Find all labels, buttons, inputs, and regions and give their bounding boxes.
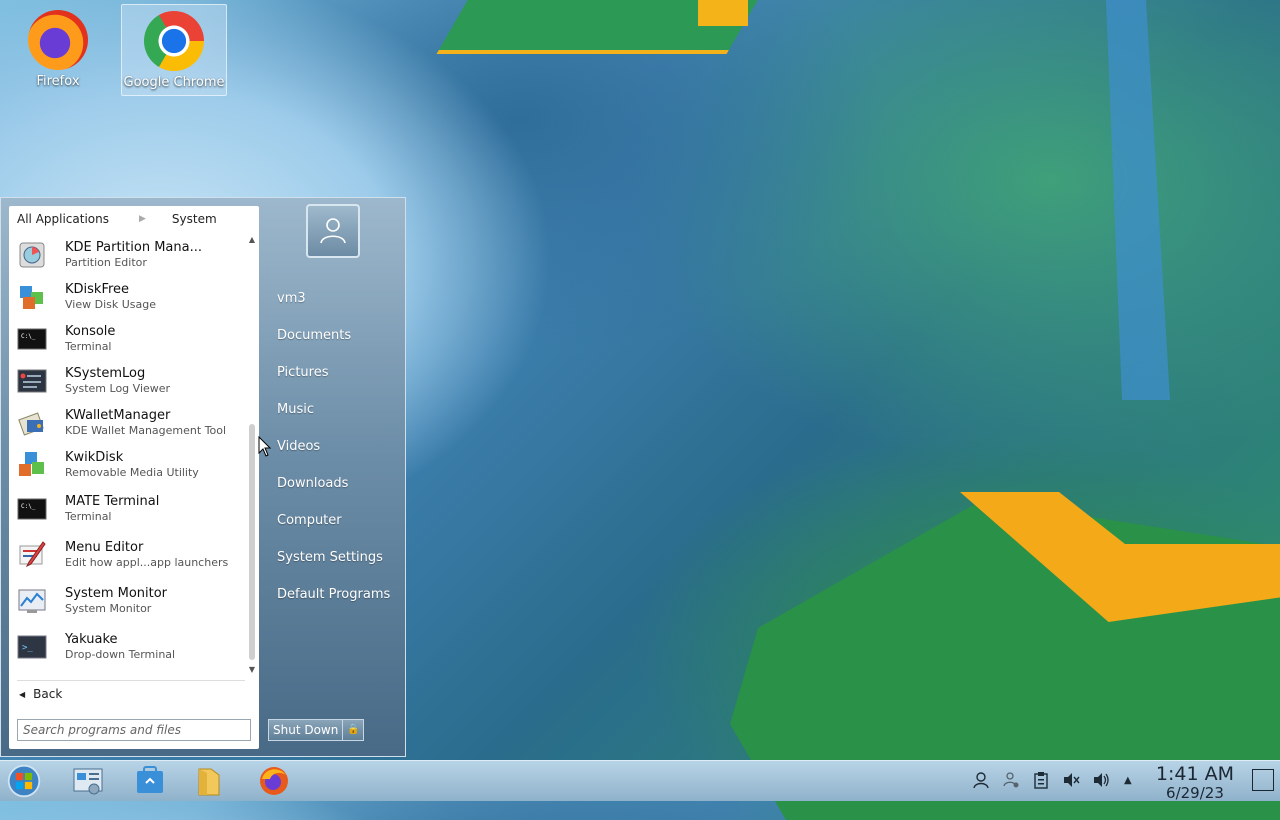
lock-icon[interactable]: 🔒: [343, 719, 365, 741]
back-label: Back: [33, 687, 63, 701]
chrome-icon: [144, 11, 204, 71]
place-music[interactable]: Music: [269, 397, 399, 434]
breadcrumb-all-applications[interactable]: All Applications: [17, 212, 109, 226]
app-description: System Monitor: [65, 602, 152, 615]
kdiskfree-icon: [20, 286, 43, 309]
clipboard-tray-icon[interactable]: [1032, 771, 1050, 793]
wallpaper-shape: [698, 0, 748, 26]
list-item-kwalletmanager[interactable]: KWalletManager KDE Wallet Management Too…: [9, 402, 247, 444]
app-description: Terminal: [65, 340, 112, 353]
breadcrumb: All Applications ▶ System: [9, 206, 259, 232]
place-videos[interactable]: Videos: [269, 434, 399, 471]
app-name: KWalletManager: [65, 408, 171, 423]
app-name: System Monitor: [65, 586, 168, 601]
app-name: KDE Partition Mana...: [65, 240, 202, 255]
menu-editor-icon: [19, 541, 46, 568]
desktop-icon-firefox[interactable]: Firefox: [6, 4, 110, 89]
scrollbar-thumb[interactable]: [249, 424, 255, 660]
app-description: System Log Viewer: [65, 382, 171, 395]
search-input[interactable]: [17, 719, 251, 741]
shutdown-group: Shut Down 🔒: [268, 719, 365, 741]
place-downloads[interactable]: Downloads: [269, 471, 399, 508]
app-description: View Disk Usage: [65, 298, 156, 311]
list-item-yakuake[interactable]: >_ Yakuake Drop-down Terminal: [9, 624, 247, 670]
tray-expand-arrow-icon[interactable]: ▲: [1124, 775, 1132, 786]
app-description: Removable Media Utility: [65, 466, 199, 479]
system-monitor-icon: [18, 589, 46, 613]
clock-date: 6/29/23: [1166, 784, 1224, 802]
terminal-icon: C:\_: [17, 498, 47, 520]
app-name: Konsole: [65, 324, 116, 339]
app-name: KwikDisk: [65, 450, 124, 465]
kwikdisk-icon: [19, 452, 44, 476]
discover-taskbar-icon[interactable]: [134, 765, 166, 797]
wallet-icon: [18, 412, 44, 436]
back-button[interactable]: ◀ Back: [19, 687, 62, 701]
taskbar: ▲ 1:41 AM 6/29/23: [0, 760, 1280, 802]
place-default-programs[interactable]: Default Programs: [269, 582, 399, 619]
place-pictures[interactable]: Pictures: [269, 360, 399, 397]
place-vm3[interactable]: vm3: [269, 286, 399, 323]
terminal-icon: C:\_: [17, 328, 47, 350]
mouse-cursor-icon: [258, 436, 272, 457]
scroll-down-arrow-icon[interactable]: ▼: [247, 664, 257, 676]
app-name: Yakuake: [65, 632, 118, 647]
places-list: vm3 Documents Pictures Music Videos Down…: [269, 286, 399, 619]
app-name: Menu Editor: [65, 540, 144, 555]
user-avatar[interactable]: [306, 204, 360, 258]
back-arrow-icon: ◀: [19, 689, 26, 699]
app-description: Terminal: [65, 510, 112, 523]
svg-text:C:\_: C:\_: [21, 333, 36, 340]
list-item-menu-editor[interactable]: Menu Editor Edit how appl...app launcher…: [9, 532, 247, 578]
app-description: Partition Editor: [65, 256, 147, 269]
app-name: MATE Terminal: [65, 494, 160, 509]
place-computer[interactable]: Computer: [269, 508, 399, 545]
firefox-taskbar-icon[interactable]: [258, 765, 290, 797]
svg-text:>_: >_: [22, 643, 33, 653]
place-system-settings[interactable]: System Settings: [269, 545, 399, 582]
app-name: KSystemLog: [65, 366, 146, 381]
start-menu: All Applications ▶ System KDE Partition …: [0, 197, 406, 757]
list-item-ksystemlog[interactable]: KSystemLog System Log Viewer: [9, 360, 247, 402]
list-item-system-monitor[interactable]: System Monitor System Monitor: [9, 578, 247, 624]
folder-taskbar-icon[interactable]: [193, 765, 225, 797]
muted-audio-tray-icon[interactable]: [1062, 771, 1080, 793]
list-item-kdiskfree[interactable]: KDiskFree View Disk Usage: [9, 276, 247, 318]
svg-text:C:\_: C:\_: [21, 503, 36, 510]
place-documents[interactable]: Documents: [269, 323, 399, 360]
volume-tray-icon[interactable]: [1092, 771, 1110, 793]
app-name: KDiskFree: [65, 282, 130, 297]
app-list-scrollbar[interactable]: ▲ ▼: [247, 234, 257, 676]
yakuake-icon: >_: [17, 635, 47, 659]
system-settings-taskbar-icon[interactable]: [72, 765, 104, 797]
partition-manager-icon: [19, 242, 45, 268]
app-description: Edit how appl...app launchers: [65, 556, 229, 569]
start-button-icon[interactable]: [4, 763, 44, 799]
clock-time: 1:41 AM: [1155, 763, 1234, 785]
firefox-icon: [28, 10, 88, 70]
divider: [17, 680, 245, 681]
wallpaper-shape: [1106, 0, 1170, 400]
user-icon: [320, 218, 346, 244]
user-tray-icon[interactable]: [972, 771, 990, 793]
desktop-icon-label: Google Chrome: [123, 75, 225, 90]
chevron-right-icon: ▶: [139, 214, 146, 224]
network-user-tray-icon[interactable]: [1002, 771, 1020, 793]
breadcrumb-system[interactable]: System: [172, 212, 217, 226]
scroll-up-arrow-icon[interactable]: ▲: [247, 234, 257, 246]
list-item-kde-partition-manager[interactable]: KDE Partition Mana... Partition Editor: [9, 234, 247, 276]
list-item-mate-terminal[interactable]: C:\_ MATE Terminal Terminal: [9, 486, 247, 532]
clock[interactable]: 1:41 AM 6/29/23: [1156, 763, 1234, 802]
app-description: KDE Wallet Management Tool: [65, 424, 227, 437]
desktop-icon-label: Firefox: [36, 74, 80, 89]
list-item-kwikdisk[interactable]: KwikDisk Removable Media Utility: [9, 444, 247, 486]
application-list: KDE Partition Mana... Partition Editor K…: [9, 234, 247, 674]
system-log-icon: [17, 369, 47, 393]
applications-pane: All Applications ▶ System KDE Partition …: [9, 206, 259, 749]
show-desktop-button[interactable]: [1252, 769, 1274, 791]
desktop-icon-google-chrome[interactable]: Google Chrome: [121, 4, 227, 96]
app-description: Drop-down Terminal: [65, 648, 176, 661]
shutdown-button[interactable]: Shut Down: [268, 719, 344, 741]
list-item-konsole[interactable]: C:\_ Konsole Terminal: [9, 318, 247, 360]
